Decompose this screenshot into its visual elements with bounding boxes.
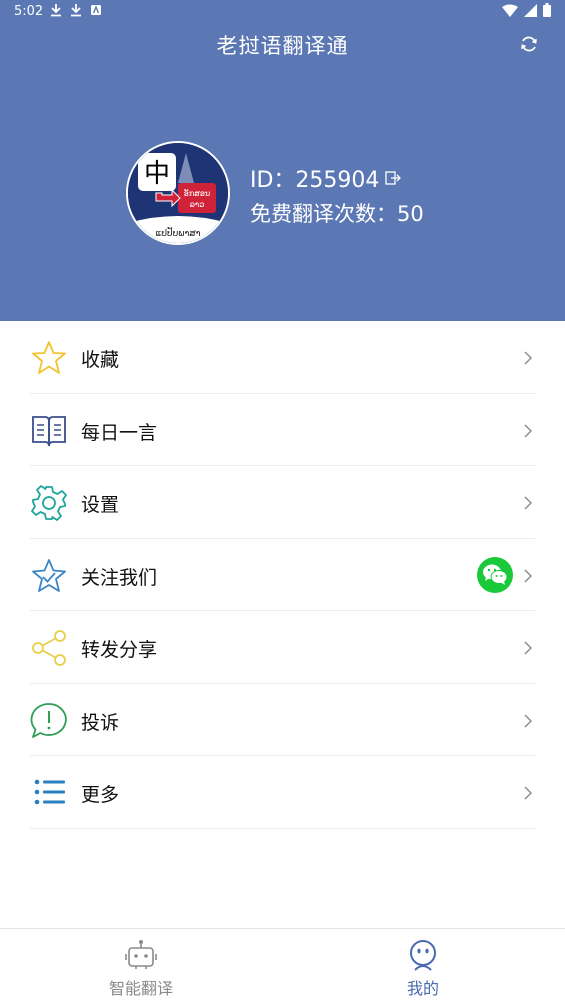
user-face-icon xyxy=(410,940,436,971)
system-icons xyxy=(502,3,551,17)
menu-item-complaint[interactable]: 投诉 xyxy=(30,684,535,756)
wechat-icon[interactable] xyxy=(477,556,513,593)
menu-item-favorites[interactable]: 收藏 xyxy=(30,321,535,394)
complaint-icon xyxy=(30,702,67,738)
menu-label: 每日一言 xyxy=(81,421,158,444)
tab-label: 智能翻译 xyxy=(108,979,173,998)
menu-label: 关注我们 xyxy=(81,566,158,589)
star-badge-icon xyxy=(32,558,66,592)
chevron-right-icon xyxy=(524,714,532,727)
notification-icons xyxy=(50,3,102,17)
tab-mine[interactable]: 我的 xyxy=(282,929,564,1004)
avatar[interactable]: 中 ອັກສອນ ລາວ ແປປັບພາສາ xyxy=(126,141,230,245)
signal-icon xyxy=(524,3,537,17)
menu-item-share[interactable]: 转发分享 xyxy=(30,611,535,684)
profile-header: 5:02 老挝语翻译通 中 ອັກສອນ ລາວ ແປປັບພາສາ ID：25… xyxy=(0,0,565,321)
tab-smart-translate[interactable]: 智能翻译 xyxy=(0,929,282,1004)
menu-label: 收藏 xyxy=(81,349,120,371)
gear-icon xyxy=(31,485,67,521)
user-id: ID：255904 xyxy=(250,168,380,193)
avatar-lao-band: ແປປັບພາສາ xyxy=(156,227,201,239)
avatar-char: 中 xyxy=(144,159,170,189)
chevron-right-icon xyxy=(524,424,532,437)
star-icon xyxy=(32,341,66,374)
app-notification-icon xyxy=(91,5,101,15)
download-icon xyxy=(51,4,61,17)
free-translation-count: 免费翻译次数：50 xyxy=(250,202,424,226)
chevron-right-icon xyxy=(524,786,532,800)
chevron-right-icon xyxy=(524,641,532,655)
tab-label: 我的 xyxy=(406,979,439,998)
wifi-icon xyxy=(502,4,518,17)
menu-label: 设置 xyxy=(81,494,120,516)
share-icon xyxy=(32,630,66,666)
status-bar: 5:02 xyxy=(0,0,565,24)
list-icon xyxy=(34,779,65,805)
chevron-right-icon xyxy=(524,496,532,510)
settings-menu: 收藏 每日一言 设置 关注我们 转发分享 投诉 更多 xyxy=(0,321,565,829)
menu-label: 更多 xyxy=(81,784,120,806)
battery-icon xyxy=(543,3,551,17)
app-title: 老挝语翻译通 xyxy=(216,34,349,58)
chevron-right-icon xyxy=(524,569,532,582)
robot-icon xyxy=(125,940,157,969)
avatar-lao-bottom: ລາວ xyxy=(190,200,205,209)
avatar-lao-top: ອັກສອນ xyxy=(184,188,210,198)
download-icon xyxy=(71,4,81,17)
menu-item-daily-quote[interactable]: 每日一言 xyxy=(30,394,535,466)
chevron-right-icon xyxy=(524,351,532,365)
logout-icon[interactable] xyxy=(385,171,402,185)
status-time: 5:02 xyxy=(14,4,44,19)
user-id-row[interactable]: ID：255904 xyxy=(250,162,402,194)
bottom-navigation: 智能翻译 我的 xyxy=(0,928,565,1004)
book-icon xyxy=(32,415,66,446)
menu-label: 投诉 xyxy=(81,711,120,734)
menu-label: 转发分享 xyxy=(81,639,158,661)
app-logo-image: 中 ອັກສອນ ລາວ ແປປັບພາສາ xyxy=(128,143,228,243)
refresh-icon[interactable] xyxy=(519,34,539,54)
menu-item-settings[interactable]: 设置 xyxy=(30,466,535,539)
menu-item-follow-us[interactable]: 关注我们 xyxy=(30,539,535,611)
menu-item-more[interactable]: 更多 xyxy=(30,756,535,829)
